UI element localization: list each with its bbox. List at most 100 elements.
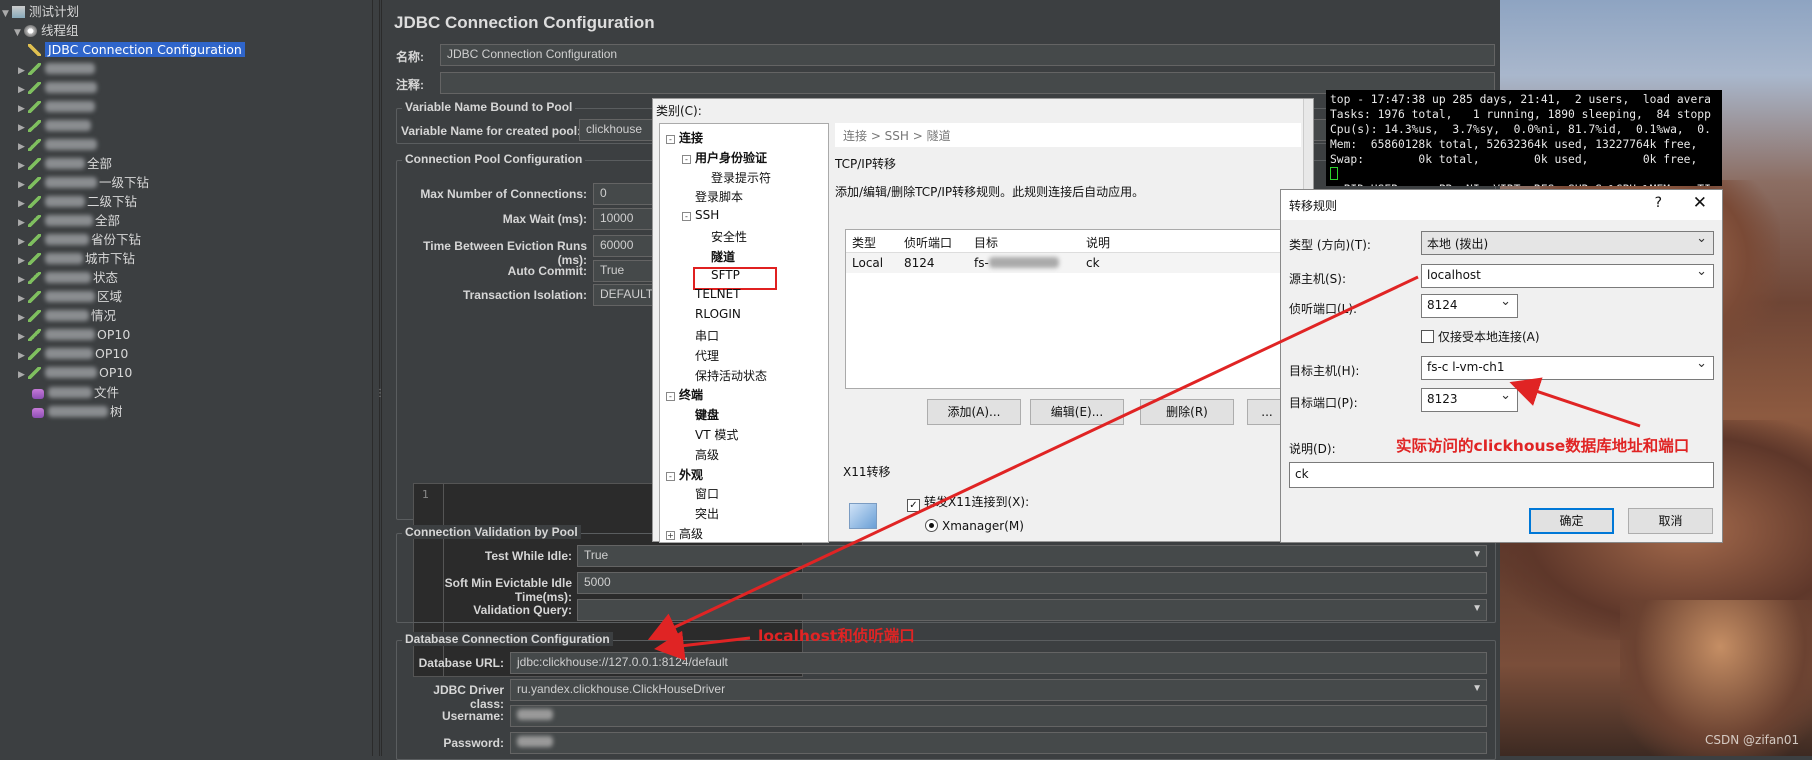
category-tree[interactable]: - 连接 - 用户身份验证登录提示符登录脚本 - SSH 安全性隧道 SFTP TELNET RL… (659, 123, 829, 543)
tree-node-sampler[interactable]: ▶ (18, 78, 99, 97)
tree-node-sampler[interactable]: ▶ 全部 (18, 211, 120, 230)
col-header-target[interactable]: 目标 (974, 234, 998, 251)
tree-node-listener[interactable]: 文件 (32, 383, 119, 402)
close-icon[interactable]: ✕ (1693, 193, 1707, 213)
category-tree-item[interactable]: 串口 (695, 327, 719, 344)
pool-field-value[interactable]: 0 (593, 183, 653, 205)
tree-node-sampler[interactable]: ▶ 情况 (18, 306, 116, 325)
pane-splitter[interactable]: ⋮ (372, 0, 385, 756)
category-tree-item[interactable]: 代理 (695, 347, 719, 364)
name-label: 名称: (396, 50, 424, 64)
chevron-down-icon: ▼ (1472, 603, 1482, 614)
expander-icon[interactable]: - (666, 392, 675, 402)
sampler-icon (28, 158, 41, 170)
col-header-type[interactable]: 类型 (852, 234, 876, 251)
dialog-title: 转移规则 (1289, 199, 1338, 213)
tree-node-sampler[interactable]: ▶ 二级下钻 (18, 192, 137, 211)
col-header-note[interactable]: 说明 (1086, 234, 1110, 251)
category-tree-item[interactable]: RLOGIN (695, 307, 741, 321)
terminal-output[interactable]: top - 17:47:38 up 285 days, 21:41, 2 use… (1326, 90, 1722, 186)
description-input[interactable]: ck (1289, 462, 1714, 488)
tree-node-sampler[interactable]: ▶ 城市下钻 (18, 249, 135, 268)
tree-node-sampler[interactable]: ▶ (18, 135, 99, 154)
x11-forward-checkbox[interactable]: ✓ 转发X11连接到(X): (907, 493, 1029, 512)
validation-field-value[interactable]: 5000 (577, 572, 1487, 594)
tree-node-sampler[interactable]: ▶ 省份下钻 (18, 230, 141, 249)
cancel-button[interactable]: 取消 (1628, 508, 1713, 534)
category-tree-item[interactable]: 登录脚本 (695, 188, 743, 205)
tree-node-listener[interactable]: 树 (32, 402, 123, 421)
category-tree-item[interactable]: 突出 (695, 505, 719, 522)
category-tree-item[interactable]: 高级 (695, 446, 719, 463)
tree-label: OP10 (95, 346, 129, 361)
var-name-label: Variable Name for created pool: (401, 124, 582, 138)
db-field-value[interactable]: ru.yandex.clickhouse.ClickHouseDriver ▼ (510, 678, 1487, 701)
tree-node-sampler[interactable]: ▶ (18, 59, 97, 78)
pool-field-value[interactable]: 60000 (593, 235, 653, 257)
forward-rule-dialog: 转移规则 ? ✕ 类型 (方向)(T): 本地 (拨出) 源主机(S): loc… (1280, 189, 1723, 543)
help-icon[interactable]: ? (1655, 195, 1662, 211)
table-row[interactable]: Local 8124 fs- ck (846, 253, 1294, 273)
category-tree-item[interactable]: - 连接 (666, 129, 703, 146)
expander-icon[interactable]: + (666, 531, 675, 540)
tree-node-sampler[interactable]: ▶ OP10 (18, 344, 128, 363)
source-host-select[interactable]: localhost (1421, 264, 1714, 288)
tree-node-thread-group[interactable]: ▼ 线程组 (14, 21, 79, 40)
add-rule-button[interactable]: 添加(A)... (927, 399, 1021, 425)
category-tree-item[interactable]: 登录提示符 (711, 169, 771, 186)
validation-field-value[interactable]: ▼ (577, 599, 1487, 621)
pool-field-value[interactable]: DEFAULT (593, 284, 653, 306)
category-tree-item[interactable]: VT 模式 (695, 426, 738, 443)
tree-node-test-plan[interactable]: ▼ 测试计划 (2, 2, 79, 21)
expander-icon[interactable]: - (682, 212, 691, 222)
category-tree-item[interactable]: 隧道 (711, 248, 735, 265)
type-select[interactable]: 本地 (拨出) (1421, 231, 1714, 255)
category-tree-item[interactable]: SFTP (711, 268, 740, 282)
delete-rule-button[interactable]: 删除(R) (1140, 399, 1234, 425)
category-tree-item[interactable]: 保持活动状态 (695, 367, 767, 384)
category-tree-item[interactable]: - 用户身份验证 (682, 149, 767, 166)
ok-button[interactable]: 确定 (1529, 508, 1614, 534)
forward-rules-table[interactable]: 类型 侦听端口 目标 说明 Local 8124 fs- ck (845, 229, 1295, 389)
category-tree-item[interactable]: 键盘 (695, 406, 719, 423)
tree-node-sampler[interactable]: ▶ 区域 (18, 287, 122, 306)
tree-node-sampler[interactable]: ▶ 一级下钻 (18, 173, 149, 192)
tree-node-sampler[interactable]: ▶ (18, 116, 93, 135)
name-field[interactable]: JDBC Connection Configuration (440, 44, 1495, 66)
category-tree-item[interactable]: 安全性 (711, 228, 747, 245)
expander-icon[interactable]: - (666, 135, 675, 144)
category-tree-item[interactable]: - 终端 (666, 386, 703, 403)
category-tree-item[interactable]: + 高级 (666, 525, 703, 542)
db-field-value[interactable] (510, 731, 1487, 754)
category-tree-item[interactable]: - SSH (682, 208, 719, 222)
tree-label: 线程组 (41, 23, 79, 38)
col-header-port[interactable]: 侦听端口 (904, 234, 952, 251)
listen-port-select[interactable]: 8124 (1421, 294, 1518, 318)
test-plan-tree[interactable]: ▼ 测试计划 ▼ 线程组 JDBC Connection Configuration… (0, 0, 372, 756)
expander-icon[interactable]: - (666, 471, 675, 481)
tree-node-sampler[interactable]: ▶ 全部 (18, 154, 112, 173)
terminal-line (1330, 167, 1718, 182)
db-field-value[interactable] (510, 705, 1487, 727)
target-host-label: 目标主机(H): (1289, 364, 1360, 378)
tree-node-jdbc-config[interactable]: JDBC Connection Configuration (28, 40, 245, 59)
sampler-icon (28, 310, 41, 322)
tree-node-sampler[interactable]: ▶ OP10 (18, 363, 132, 382)
xmanager-radio[interactable]: Xmanager(M) (925, 519, 1024, 533)
source-label: 源主机(S): (1289, 272, 1347, 286)
target-host-select[interactable]: fs-c l-vm-ch1 (1421, 356, 1714, 380)
edit-rule-button[interactable]: 编辑(E)... (1030, 399, 1124, 425)
tree-node-sampler[interactable]: ▶ (18, 97, 97, 116)
category-tree-item[interactable]: TELNET (695, 287, 741, 301)
tree-node-sampler[interactable]: ▶ OP10 (18, 325, 130, 344)
expander-icon[interactable]: - (682, 154, 691, 164)
local-only-checkbox[interactable]: 仅接受本地连接(A) (1421, 328, 1540, 345)
target-port-select[interactable]: 8123 (1421, 388, 1518, 412)
validation-field-value[interactable]: True ▼ (577, 545, 1487, 567)
category-tree-item[interactable]: 窗口 (695, 485, 719, 502)
db-field-value[interactable]: jdbc:clickhouse://127.0.0.1:8124/default (510, 652, 1487, 674)
pool-field-value[interactable]: True (593, 259, 653, 282)
pool-field-value[interactable]: 10000 (593, 207, 653, 230)
category-tree-item[interactable]: - 外观 (666, 466, 703, 483)
tree-node-sampler[interactable]: ▶ 状态 (18, 268, 118, 287)
